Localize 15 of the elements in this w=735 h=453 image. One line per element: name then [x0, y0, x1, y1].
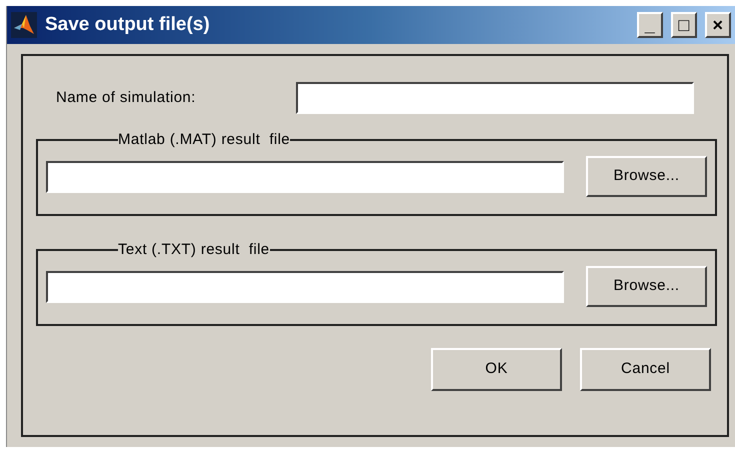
group-title: Matlab (.MAT) result file — [118, 132, 290, 148]
simulation-name-field[interactable] — [296, 82, 694, 114]
simulation-label: Name of simulation: — [56, 88, 197, 108]
window-title: Save output file(s) — [45, 12, 211, 37]
group-title: Text (.TXT) result file — [118, 242, 270, 258]
file-path-field[interactable] — [46, 160, 564, 192]
minimize-button[interactable]: _ — [637, 12, 663, 38]
logo-icon — [11, 12, 37, 38]
browse-button[interactable]: Browse... — [586, 156, 707, 197]
close-button[interactable]: × — [705, 12, 731, 38]
browse-button[interactable]: Browse... — [586, 266, 707, 307]
file-path-field[interactable] — [46, 270, 564, 302]
maximize-button[interactable]: □ — [671, 12, 697, 38]
ok-button[interactable]: OK — [431, 348, 562, 391]
cancel-button[interactable]: Cancel — [580, 348, 711, 391]
